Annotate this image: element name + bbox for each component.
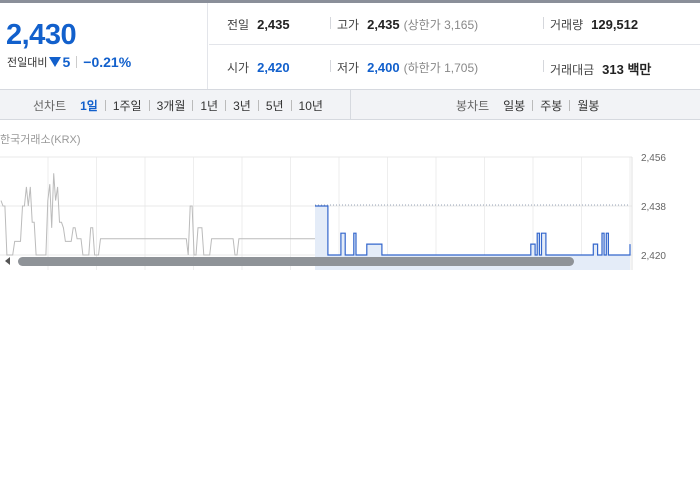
candle-chart-title: 봉차트	[456, 99, 490, 113]
upper-limit: (상한가 3,165)	[403, 18, 479, 32]
tab-monthly[interactable]: 월봉	[577, 97, 599, 114]
down-triangle-icon	[49, 57, 62, 67]
current-price: 2,430	[6, 19, 77, 51]
tab-1d[interactable]: 1일	[80, 97, 98, 114]
candle-chart-tabs: 봉차트 일봉 주봉 월봉	[456, 97, 599, 114]
tab-divider	[225, 100, 227, 111]
chart-tab-bar: 선차트 1일 1주일 3개월 1년 3년 5년 10년 봉차트 일봉 주봉 월봉	[0, 89, 700, 120]
tab-1y[interactable]: 1년	[200, 97, 218, 114]
stat-divider	[330, 60, 331, 72]
stat-label: 전일	[227, 18, 250, 32]
tab-1w[interactable]: 1주일	[113, 97, 142, 114]
price-chart: 한국거래소(KRX) 2,456 2,438 2,420	[0, 120, 700, 270]
scroll-thumb[interactable]	[18, 257, 574, 266]
stat-volume: 거래량 129,512	[550, 16, 638, 33]
y-tick-label: 2,438	[641, 202, 666, 213]
tab-3y[interactable]: 3년	[233, 97, 251, 114]
tab-divider	[532, 100, 534, 111]
stat-value: 129,512	[591, 17, 639, 32]
stats-panel: 전일 2,435 고가 2,435 (상한가 3,165) 거래량 129,51…	[209, 3, 700, 89]
series-line-today	[315, 205, 631, 256]
tab-divider	[569, 100, 571, 111]
stat-amount: 거래대금 313 백만	[550, 59, 651, 78]
stat-label: 저가	[337, 61, 360, 75]
tab-10y[interactable]: 10년	[299, 97, 323, 114]
tab-daily[interactable]: 일봉	[503, 97, 525, 114]
stat-open: 시가 2,420	[227, 59, 290, 76]
change-percent: −0.21%	[83, 54, 132, 70]
change-amount: 5	[62, 54, 71, 70]
stat-value: 2,400	[367, 60, 400, 75]
tab-divider	[192, 100, 194, 111]
price-summary: 2,430 전일대비 5 −0.21%	[0, 3, 208, 89]
line-chart-tabs: 선차트 1일 1주일 3개월 1년 3년 5년 10년	[33, 97, 323, 114]
price-change-row: 전일대비 5 −0.21%	[7, 54, 131, 70]
tab-weekly[interactable]: 주봉	[540, 97, 562, 114]
stat-value: 2,435	[257, 17, 290, 32]
stat-value: 2,420	[257, 60, 290, 75]
tab-divider	[257, 100, 259, 111]
lower-limit: (하한가 1,705)	[403, 61, 479, 75]
tab-5y[interactable]: 5년	[266, 97, 284, 114]
stat-prev-close: 전일 2,435	[227, 16, 290, 33]
change-divider	[76, 56, 78, 68]
stat-value: 2,435	[367, 17, 400, 32]
stat-value: 313 백만	[602, 62, 652, 77]
stat-divider	[330, 17, 331, 29]
stat-divider	[543, 17, 544, 29]
line-chart-title: 선차트	[33, 99, 67, 113]
stat-high: 고가 2,435 (상한가 3,165)	[337, 16, 478, 33]
tab-divider	[104, 100, 106, 111]
scroll-left-icon[interactable]	[5, 257, 10, 265]
stat-low: 저가 2,400 (하한가 1,705)	[337, 59, 478, 76]
y-tick-label: 2,456	[641, 153, 666, 164]
change-label: 전일대비	[7, 57, 48, 69]
stat-label: 거래대금	[550, 63, 595, 77]
chart-svg: 2,4562,4382,420	[0, 153, 666, 270]
stat-label: 시가	[227, 61, 250, 75]
tab-divider	[148, 100, 150, 111]
tab-divider	[290, 100, 292, 111]
tab-bar-divider	[350, 90, 351, 119]
stat-label: 고가	[337, 18, 360, 32]
stat-label: 거래량	[550, 18, 584, 32]
stat-divider	[543, 60, 544, 72]
chart-scrollbar[interactable]	[0, 255, 700, 268]
tab-3m[interactable]: 3개월	[157, 97, 186, 114]
stats-row-divider	[209, 44, 700, 45]
